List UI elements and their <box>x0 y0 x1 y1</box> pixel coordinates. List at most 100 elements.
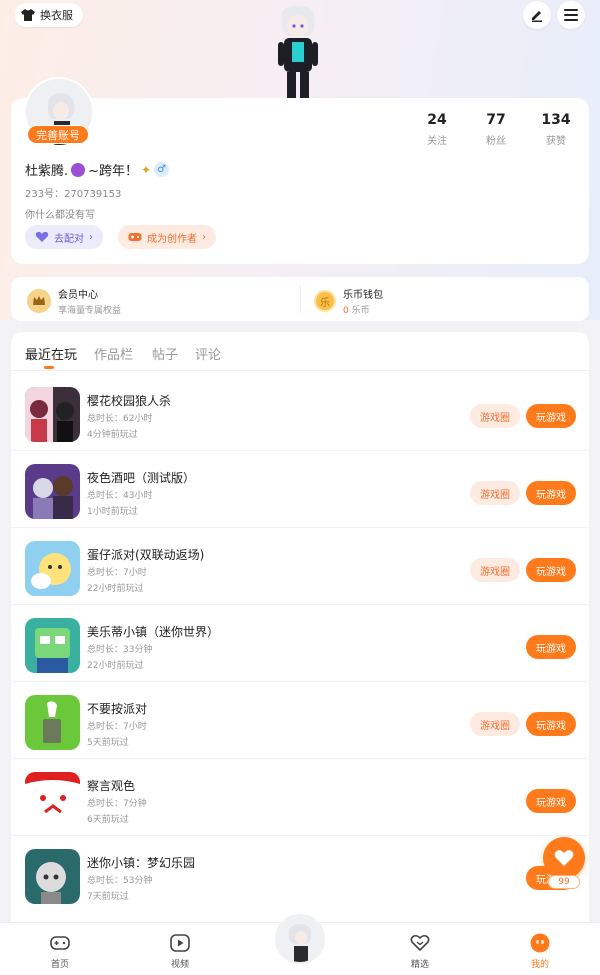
game-total-time: 总时长：33分钟 <box>87 645 153 655</box>
game-name: 迷你小镇：梦幻乐园 <box>87 856 196 870</box>
stat-followers-value: 77 <box>486 112 506 128</box>
menu-icon <box>564 9 578 21</box>
crown-icon <box>27 289 51 313</box>
game-name: 樱花校园狼人杀 <box>87 394 172 408</box>
user-id: 233号：270739153 <box>25 189 122 200</box>
game-circle-button[interactable]: 游戏圈 <box>470 404 520 428</box>
stat-following-value: 24 <box>427 112 447 128</box>
game-last-played: 4分钟前玩过 <box>87 430 138 440</box>
coin-wallet-entry[interactable]: 乐 乐币钱包 0 乐币 <box>314 286 383 316</box>
stat-likes[interactable]: 134 获赞 <box>526 112 586 147</box>
devil-emoji-icon <box>71 162 86 177</box>
divider <box>300 285 301 313</box>
game-circle-button[interactable]: 游戏圈 <box>470 481 520 505</box>
wardrobe-button[interactable]: 换衣服 <box>14 3 83 27</box>
play-game-button[interactable]: 玩游戏 <box>526 635 576 659</box>
menu-button[interactable] <box>557 1 585 29</box>
vip-center-title: 会员中心 <box>58 290 98 301</box>
stat-likes-value: 134 <box>541 112 571 128</box>
game-total-time: 总时长：53分钟 <box>87 876 153 886</box>
game-row[interactable]: 察言观色 总时长：7分钟 6天前玩过 玩游戏 <box>11 759 589 836</box>
tab-comments[interactable]: 评论 <box>195 344 221 363</box>
divider <box>11 370 589 371</box>
game-total-time: 总时长：62小时 <box>87 414 153 424</box>
game-total-time: 总时长：7小时 <box>87 722 147 732</box>
game-name: 夜色酒吧（测试版） <box>87 471 196 485</box>
game-circle-button[interactable]: 游戏圈 <box>470 558 520 582</box>
diamond-heart-icon <box>410 934 430 952</box>
nickname-suffix: ~跨年！ <box>88 164 139 179</box>
nav-me-label: 我的 <box>530 960 549 970</box>
play-game-button[interactable]: 玩游戏 <box>526 558 576 582</box>
game-icon-dont-press-party <box>25 695 80 750</box>
game-name: 美乐蒂小镇（迷你世界） <box>87 625 220 639</box>
game-row[interactable]: 不要按派对 总时长：7小时 5天前玩过 游戏圈 玩游戏 <box>11 682 589 759</box>
game-name: 蛋仔派对(双联动返场) <box>87 548 205 562</box>
floating-like-button[interactable] <box>543 837 585 879</box>
shirt-icon <box>21 9 35 21</box>
coin-balance-value: 0 <box>343 306 349 316</box>
game-row[interactable]: 蛋仔派对(双联动返场) 总时长：7小时 22小时前玩过 游戏圈 玩游戏 <box>11 528 589 605</box>
game-icon-melody-town <box>25 618 80 673</box>
coin-wallet-title: 乐币钱包 <box>343 290 383 301</box>
nav-me[interactable]: 我的 <box>510 932 570 970</box>
game-icon-read-faces <box>25 772 80 827</box>
nav-video[interactable]: 视频 <box>150 932 210 970</box>
tab-recently-played[interactable]: 最近在玩 <box>25 344 77 363</box>
nav-featured-label: 精选 <box>410 960 429 970</box>
complete-account-badge[interactable]: 完善账号 <box>27 125 89 144</box>
nickname: 杜紫腾. ~跨年！ ✦ ♂ <box>25 160 170 179</box>
game-row[interactable]: 迷你小镇：梦幻乐园 总时长：53分钟 7天前玩过 玩游戏 <box>11 836 589 913</box>
nav-featured[interactable]: 精选 <box>390 932 450 970</box>
game-last-played: 22小时前玩过 <box>87 584 144 594</box>
game-last-played: 22小时前玩过 <box>87 661 144 671</box>
play-game-button[interactable]: 玩游戏 <box>526 789 576 813</box>
stat-following[interactable]: 24 关注 <box>407 112 467 147</box>
smiley-face-icon <box>530 933 550 953</box>
nav-video-label: 视频 <box>170 960 189 970</box>
game-row[interactable]: 夜色酒吧（测试版） 总时长：43小时 1小时前玩过 游戏圈 玩游戏 <box>11 451 589 528</box>
game-circle-button[interactable]: 游戏圈 <box>470 712 520 736</box>
game-last-played: 1小时前玩过 <box>87 507 138 517</box>
play-game-button[interactable]: 玩游戏 <box>526 404 576 428</box>
nav-home[interactable]: 首页 <box>30 932 90 970</box>
avatar-character[interactable] <box>268 2 328 100</box>
game-last-played: 7天前玩过 <box>87 892 129 902</box>
game-icon-mini-town-dreamland <box>25 849 80 904</box>
stat-followers-label: 粉丝 <box>486 136 506 147</box>
play-game-button[interactable]: 玩游戏 <box>526 712 576 736</box>
heart-pair-icon <box>35 231 49 242</box>
vip-center-entry[interactable]: 会员中心 享海量专属权益 <box>27 286 121 316</box>
vip-center-subtitle: 享海量专属权益 <box>58 306 122 316</box>
game-icon-sakura-werewolf <box>25 387 80 442</box>
match-button[interactable]: 去配对 › <box>25 225 103 249</box>
game-row[interactable]: 樱花校园狼人杀 总时长：62小时 4分钟前玩过 游戏圈 玩游戏 <box>11 374 589 451</box>
creator-label: 成为创作者 <box>147 233 197 245</box>
video-play-icon <box>170 934 190 952</box>
game-icon-eggy-party <box>25 541 80 596</box>
user-bio: 你什么都没有写 <box>25 210 95 221</box>
game-total-time: 总时长：7小时 <box>87 568 147 578</box>
coin-balance-unit: 乐币 <box>351 306 370 316</box>
game-row[interactable]: 美乐蒂小镇（迷你世界） 总时长：33分钟 22小时前玩过 玩游戏 <box>11 605 589 682</box>
nav-home-label: 首页 <box>50 960 69 970</box>
game-last-played: 6天前玩过 <box>87 815 129 825</box>
floating-like-count: 99 <box>548 875 580 889</box>
become-creator-button[interactable]: 成为创作者 › <box>118 225 216 249</box>
coin-balance: 0 乐币 <box>343 303 383 316</box>
tab-active-indicator <box>44 366 54 369</box>
nickname-text: 杜紫腾. <box>25 164 69 179</box>
stat-followers[interactable]: 77 粉丝 <box>466 112 526 147</box>
nav-avatar-center[interactable] <box>275 914 325 964</box>
play-game-button[interactable]: 玩游戏 <box>526 481 576 505</box>
game-last-played: 5天前玩过 <box>87 738 129 748</box>
game-total-time: 总时长：7分钟 <box>87 799 147 809</box>
stat-following-label: 关注 <box>427 136 447 147</box>
edit-button[interactable] <box>523 1 551 29</box>
game-total-time: 总时长：43小时 <box>87 491 153 501</box>
avatar-image <box>277 916 323 962</box>
tab-posts[interactable]: 帖子 <box>152 344 178 363</box>
game-name: 察言观色 <box>87 779 136 793</box>
edit-icon <box>532 11 542 22</box>
tab-works[interactable]: 作品栏 <box>94 344 133 363</box>
